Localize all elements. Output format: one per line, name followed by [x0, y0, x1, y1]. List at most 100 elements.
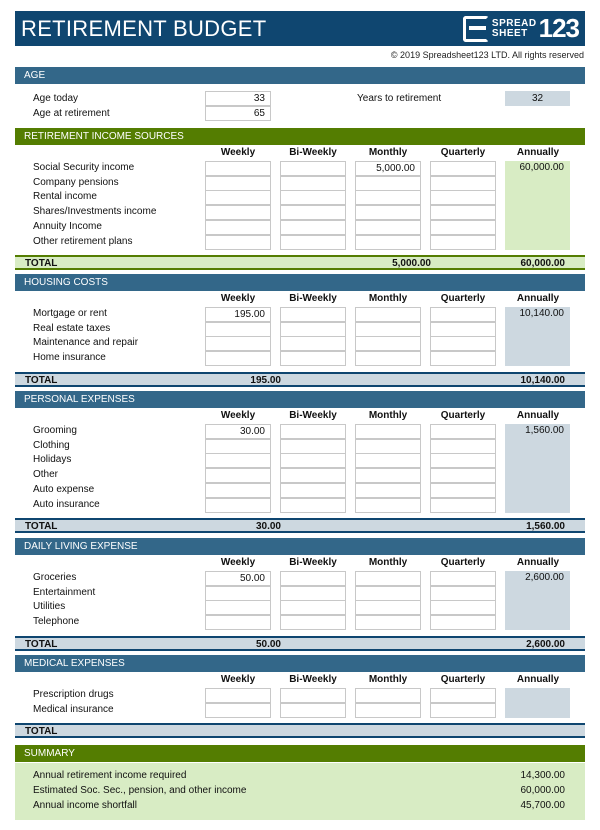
- column-header: Weekly: [220, 293, 256, 304]
- biweekly-input[interactable]: [280, 688, 346, 703]
- weekly-input[interactable]: 30.00: [205, 424, 271, 439]
- weekly-input[interactable]: [205, 351, 271, 367]
- weekly-input[interactable]: [205, 234, 271, 250]
- logo-line2: SHEET: [491, 27, 528, 39]
- biweekly-input[interactable]: [280, 702, 346, 718]
- weekly-input[interactable]: [205, 205, 271, 221]
- quarterly-input[interactable]: [430, 482, 496, 498]
- biweekly-input[interactable]: [280, 307, 346, 322]
- quarterly-input[interactable]: [430, 219, 496, 235]
- biweekly-input[interactable]: [280, 219, 346, 235]
- monthly-input[interactable]: [355, 453, 421, 469]
- monthly-input[interactable]: [355, 424, 421, 439]
- monthly-input[interactable]: [355, 205, 421, 221]
- biweekly-input[interactable]: [280, 571, 346, 586]
- monthly-input[interactable]: [355, 468, 421, 484]
- monthly-input[interactable]: [355, 600, 421, 616]
- monthly-input[interactable]: [355, 336, 421, 352]
- quarterly-input[interactable]: [430, 600, 496, 616]
- quarterly-input[interactable]: [430, 615, 496, 631]
- quarterly-input[interactable]: [430, 321, 496, 337]
- weekly-input[interactable]: [205, 438, 271, 454]
- quarterly-input[interactable]: [430, 453, 496, 469]
- biweekly-input[interactable]: [280, 615, 346, 631]
- biweekly-input[interactable]: [280, 482, 346, 498]
- quarterly-input[interactable]: [430, 571, 496, 586]
- biweekly-input[interactable]: [280, 351, 346, 367]
- biweekly-input[interactable]: [280, 336, 346, 352]
- weekly-input[interactable]: [205, 497, 271, 513]
- weekly-input[interactable]: [205, 585, 271, 601]
- quarterly-input[interactable]: [430, 497, 496, 513]
- biweekly-input[interactable]: [280, 585, 346, 601]
- monthly-input[interactable]: [355, 321, 421, 337]
- monthly-input[interactable]: [355, 438, 421, 454]
- age-today-input[interactable]: 33: [205, 91, 271, 106]
- monthly-input[interactable]: [355, 571, 421, 586]
- quarterly-input[interactable]: [430, 468, 496, 484]
- total-row: TOTAL 50.00 2,600.00: [15, 635, 585, 651]
- biweekly-input[interactable]: [280, 600, 346, 616]
- weekly-input[interactable]: [205, 190, 271, 206]
- biweekly-input[interactable]: [280, 468, 346, 484]
- annual-value: [505, 438, 570, 454]
- monthly-input[interactable]: [355, 175, 421, 191]
- weekly-input[interactable]: [205, 219, 271, 235]
- monthly-input[interactable]: [355, 702, 421, 718]
- biweekly-input[interactable]: [280, 453, 346, 469]
- quarterly-input[interactable]: [430, 234, 496, 250]
- annual-value: [505, 219, 570, 235]
- quarterly-input[interactable]: [430, 336, 496, 352]
- monthly-input[interactable]: 5,000.00: [355, 161, 421, 176]
- section-daily-header: DAILY LIVING EXPENSE: [15, 538, 585, 555]
- monthly-input[interactable]: [355, 482, 421, 498]
- row-label: Prescription drugs: [33, 689, 114, 700]
- weekly-input[interactable]: [205, 175, 271, 191]
- monthly-input[interactable]: [355, 615, 421, 631]
- quarterly-input[interactable]: [430, 161, 496, 176]
- weekly-input[interactable]: [205, 453, 271, 469]
- weekly-input[interactable]: [205, 161, 271, 176]
- quarterly-input[interactable]: [430, 688, 496, 703]
- biweekly-input[interactable]: [280, 424, 346, 439]
- monthly-input[interactable]: [355, 585, 421, 601]
- weekly-input[interactable]: [205, 321, 271, 337]
- biweekly-input[interactable]: [280, 438, 346, 454]
- monthly-input[interactable]: [355, 351, 421, 367]
- weekly-input[interactable]: [205, 688, 271, 703]
- biweekly-input[interactable]: [280, 161, 346, 176]
- monthly-input[interactable]: [355, 234, 421, 250]
- quarterly-input[interactable]: [430, 175, 496, 191]
- summary-row: Estimated Soc. Sec., pension, and other …: [33, 785, 565, 796]
- column-header: Bi-Weekly: [289, 147, 337, 158]
- biweekly-input[interactable]: [280, 321, 346, 337]
- monthly-input[interactable]: [355, 219, 421, 235]
- quarterly-input[interactable]: [430, 307, 496, 322]
- weekly-input[interactable]: [205, 702, 271, 718]
- copyright: © 2019 Spreadsheet123 LTD. All rights re…: [390, 50, 584, 60]
- quarterly-input[interactable]: [430, 585, 496, 601]
- quarterly-input[interactable]: [430, 190, 496, 206]
- quarterly-input[interactable]: [430, 424, 496, 439]
- weekly-input[interactable]: [205, 482, 271, 498]
- monthly-input[interactable]: [355, 497, 421, 513]
- biweekly-input[interactable]: [280, 175, 346, 191]
- weekly-input[interactable]: [205, 600, 271, 616]
- biweekly-input[interactable]: [280, 190, 346, 206]
- monthly-input[interactable]: [355, 688, 421, 703]
- monthly-input[interactable]: [355, 190, 421, 206]
- quarterly-input[interactable]: [430, 702, 496, 718]
- monthly-input[interactable]: [355, 307, 421, 322]
- biweekly-input[interactable]: [280, 234, 346, 250]
- quarterly-input[interactable]: [430, 438, 496, 454]
- weekly-input[interactable]: [205, 336, 271, 352]
- weekly-input[interactable]: 195.00: [205, 307, 271, 322]
- weekly-input[interactable]: [205, 615, 271, 631]
- quarterly-input[interactable]: [430, 205, 496, 221]
- biweekly-input[interactable]: [280, 205, 346, 221]
- biweekly-input[interactable]: [280, 497, 346, 513]
- weekly-input[interactable]: [205, 468, 271, 484]
- weekly-input[interactable]: 50.00: [205, 571, 271, 586]
- age-retirement-input[interactable]: 65: [205, 106, 271, 121]
- quarterly-input[interactable]: [430, 351, 496, 367]
